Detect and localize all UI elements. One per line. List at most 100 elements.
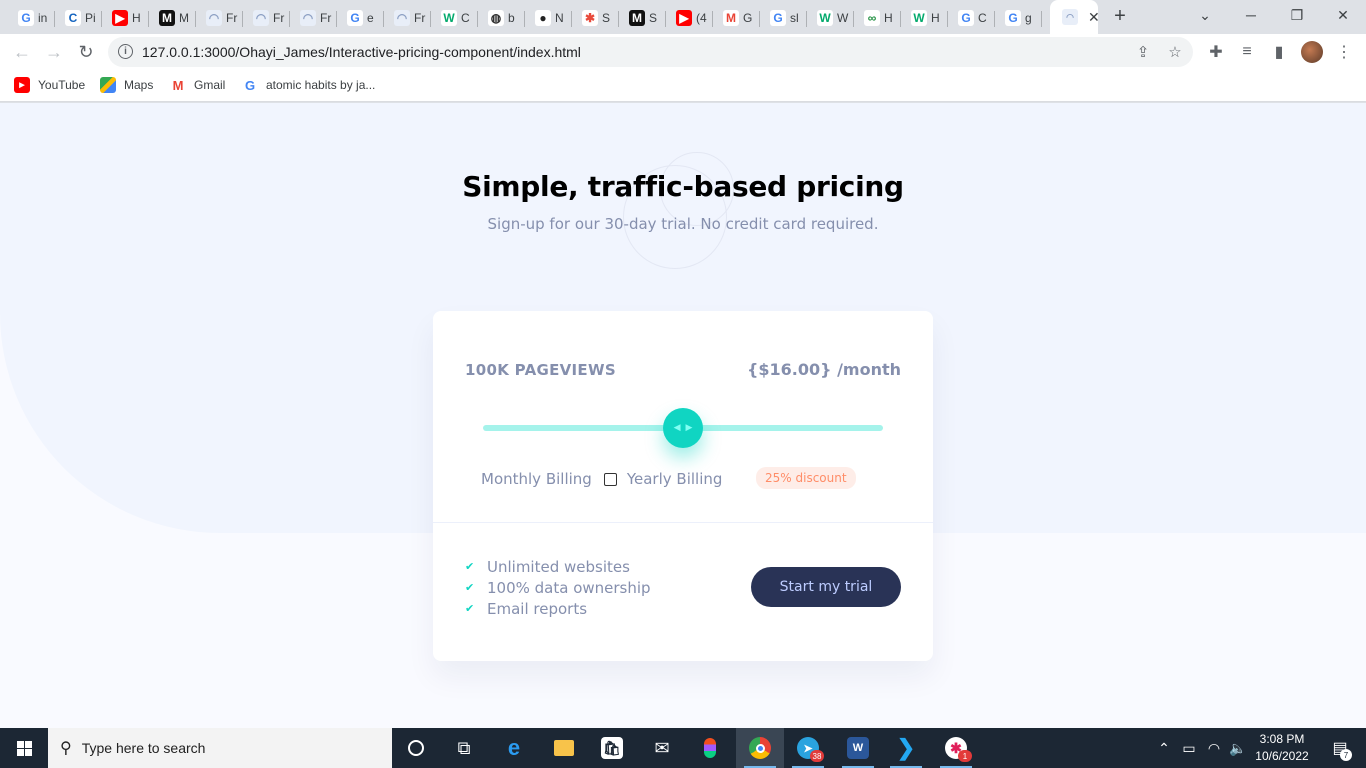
- feature-text: 100% data ownership: [487, 578, 651, 597]
- star-icon: ✱: [582, 10, 598, 26]
- bookmark-label: Maps: [124, 78, 154, 92]
- browser-tab[interactable]: ✱ S: [572, 4, 619, 32]
- battery-icon[interactable]: ▭: [1180, 728, 1198, 768]
- frontend-icon: ◠: [394, 10, 410, 26]
- windows-logo-icon: [16, 740, 32, 756]
- browser-tab[interactable]: MG: [713, 4, 760, 32]
- check-icon: ✔: [465, 560, 475, 573]
- browser-tab[interactable]: Ge: [337, 4, 384, 32]
- bookmark-youtube[interactable]: ▶ YouTube: [14, 77, 85, 93]
- mail-icon[interactable]: ✉: [638, 728, 686, 768]
- minimize-icon[interactable]: ─: [1228, 0, 1274, 30]
- share-icon[interactable]: ⇪: [1133, 42, 1153, 62]
- browser-tab[interactable]: ∞ H: [854, 4, 901, 32]
- tab-title: H: [884, 11, 893, 25]
- system-clock[interactable]: 3:08 PM 10/6/2022: [1250, 731, 1314, 765]
- feature-text: Email reports: [487, 599, 588, 618]
- arrow-left-icon: ◀: [673, 423, 681, 433]
- tab-search-icon[interactable]: ⌄: [1182, 0, 1228, 30]
- edge-icon[interactable]: e: [490, 728, 538, 768]
- feature-list: ✔ Unlimited websites ✔ 100% data ownersh…: [465, 556, 651, 619]
- windows-taskbar: ⚲ Type here to search ⧉ e 🛍 ✉ ➤ 38 W ❯ ✱…: [0, 728, 1366, 768]
- browser-tab[interactable]: Gg: [995, 4, 1042, 32]
- figma-icon[interactable]: [686, 728, 734, 768]
- monthly-billing-label: Monthly Billing: [481, 470, 592, 488]
- store-icon[interactable]: 🛍: [588, 728, 636, 768]
- address-bar[interactable]: i 127.0.0.1:3000/Ohayi_James/Interactive…: [108, 37, 1193, 67]
- page-title: Simple, traffic-based pricing: [462, 170, 904, 203]
- browser-tab[interactable]: ◠ Fr: [196, 4, 243, 32]
- bookmark-gmail[interactable]: M Gmail: [170, 77, 225, 93]
- tab-title: M: [179, 11, 189, 25]
- browser-tab[interactable]: ◠ Fr: [243, 4, 290, 32]
- word-icon[interactable]: W: [834, 728, 882, 768]
- media-control-icon[interactable]: ≡: [1237, 42, 1257, 62]
- telegram-icon[interactable]: ➤ 38: [784, 728, 832, 768]
- wifi-icon[interactable]: ◠: [1204, 728, 1224, 768]
- forward-icon[interactable]: →: [42, 40, 66, 64]
- browser-tab[interactable]: GC: [948, 4, 995, 32]
- browser-tab[interactable]: WH: [901, 4, 948, 32]
- w3-icon: W: [441, 10, 457, 26]
- browser-toolbar: ← → ↻ i 127.0.0.1:3000/Ohayi_James/Inter…: [0, 34, 1366, 70]
- frontend-icon: ◠: [1062, 9, 1078, 25]
- bookmark-maps[interactable]: Maps: [100, 77, 153, 93]
- browser-tab[interactable]: ◍ b: [478, 4, 525, 32]
- check-icon: ✔: [465, 602, 475, 615]
- slack-badge: 1: [958, 750, 972, 762]
- browser-tab[interactable]: Gsl: [760, 4, 807, 32]
- frontend-icon: ◠: [300, 10, 316, 26]
- extensions-icon[interactable]: ✚: [1206, 42, 1226, 62]
- action-center-icon[interactable]: ▤ 7: [1320, 728, 1360, 768]
- browser-tab[interactable]: ◠ Fr: [290, 4, 337, 32]
- browser-tab[interactable]: C Pi: [55, 4, 102, 32]
- browser-tab[interactable]: MS: [619, 4, 666, 32]
- file-explorer-icon[interactable]: [540, 728, 588, 768]
- site-info-icon[interactable]: i: [118, 44, 133, 59]
- browser-tab[interactable]: WC: [431, 4, 478, 32]
- browser-tab[interactable]: ▶ H: [102, 4, 149, 32]
- start-trial-button[interactable]: Start my trial: [751, 567, 901, 607]
- tray-overflow-icon[interactable]: ⌃: [1156, 728, 1172, 768]
- google-icon: G: [770, 10, 786, 26]
- browser-tab[interactable]: ● N: [525, 4, 572, 32]
- browser-tab[interactable]: ◠ Fr: [384, 4, 431, 32]
- new-tab-icon[interactable]: +: [1108, 4, 1132, 28]
- tab-title: C: [978, 11, 987, 25]
- feature-item: ✔ Email reports: [465, 598, 651, 619]
- tab-title: b: [508, 11, 515, 25]
- browser-tab[interactable]: Gin: [8, 4, 55, 32]
- youtube-icon: ▶: [112, 10, 128, 26]
- task-view-icon[interactable]: ⧉: [440, 728, 488, 768]
- bookmark-star-icon[interactable]: ☆: [1165, 42, 1185, 62]
- telegram-badge: 38: [810, 750, 824, 762]
- side-panel-icon[interactable]: ▮: [1269, 42, 1289, 62]
- vscode-icon[interactable]: ❯: [882, 728, 930, 768]
- browser-tab[interactable]: WW: [807, 4, 854, 32]
- volume-icon[interactable]: 🔈: [1228, 728, 1248, 768]
- url-text[interactable]: 127.0.0.1:3000/Ohayi_James/Interactive-p…: [142, 44, 581, 60]
- yearly-billing-checkbox[interactable]: [603, 472, 617, 486]
- restore-icon[interactable]: ❐: [1274, 0, 1320, 30]
- close-window-icon[interactable]: ✕: [1320, 0, 1366, 30]
- pricing-card: 100K PAGEVIEWS {$16.00} /month ◀ ▶ Month…: [433, 311, 933, 661]
- taskbar-search[interactable]: ⚲ Type here to search: [48, 728, 392, 768]
- start-button[interactable]: [0, 728, 48, 768]
- cortana-icon[interactable]: [392, 728, 440, 768]
- menu-kebab-icon[interactable]: ⋮: [1334, 42, 1354, 62]
- close-tab-icon[interactable]: ✕: [1088, 9, 1098, 26]
- reload-icon[interactable]: ↻: [74, 40, 98, 64]
- bookmark-label: Gmail: [194, 78, 226, 92]
- bookmark-atomic-habits[interactable]: G atomic habits by ja...: [242, 77, 375, 93]
- slider-thumb[interactable]: ◀ ▶: [663, 408, 703, 448]
- github-icon: ●: [535, 10, 551, 26]
- profile-avatar[interactable]: [1301, 41, 1323, 63]
- maps-icon: [100, 77, 116, 93]
- billing-toggle-row: Monthly Billing Yearly Billing: [481, 470, 722, 488]
- back-icon[interactable]: ←: [10, 40, 34, 64]
- browser-tab[interactable]: ▶ (4: [666, 4, 713, 32]
- browser-tab[interactable]: MM: [149, 4, 196, 32]
- tab-active[interactable]: ◠ ✕: [1050, 0, 1098, 34]
- chrome-taskbar-icon[interactable]: [736, 728, 784, 768]
- slack-icon[interactable]: ✱ 1: [932, 728, 980, 768]
